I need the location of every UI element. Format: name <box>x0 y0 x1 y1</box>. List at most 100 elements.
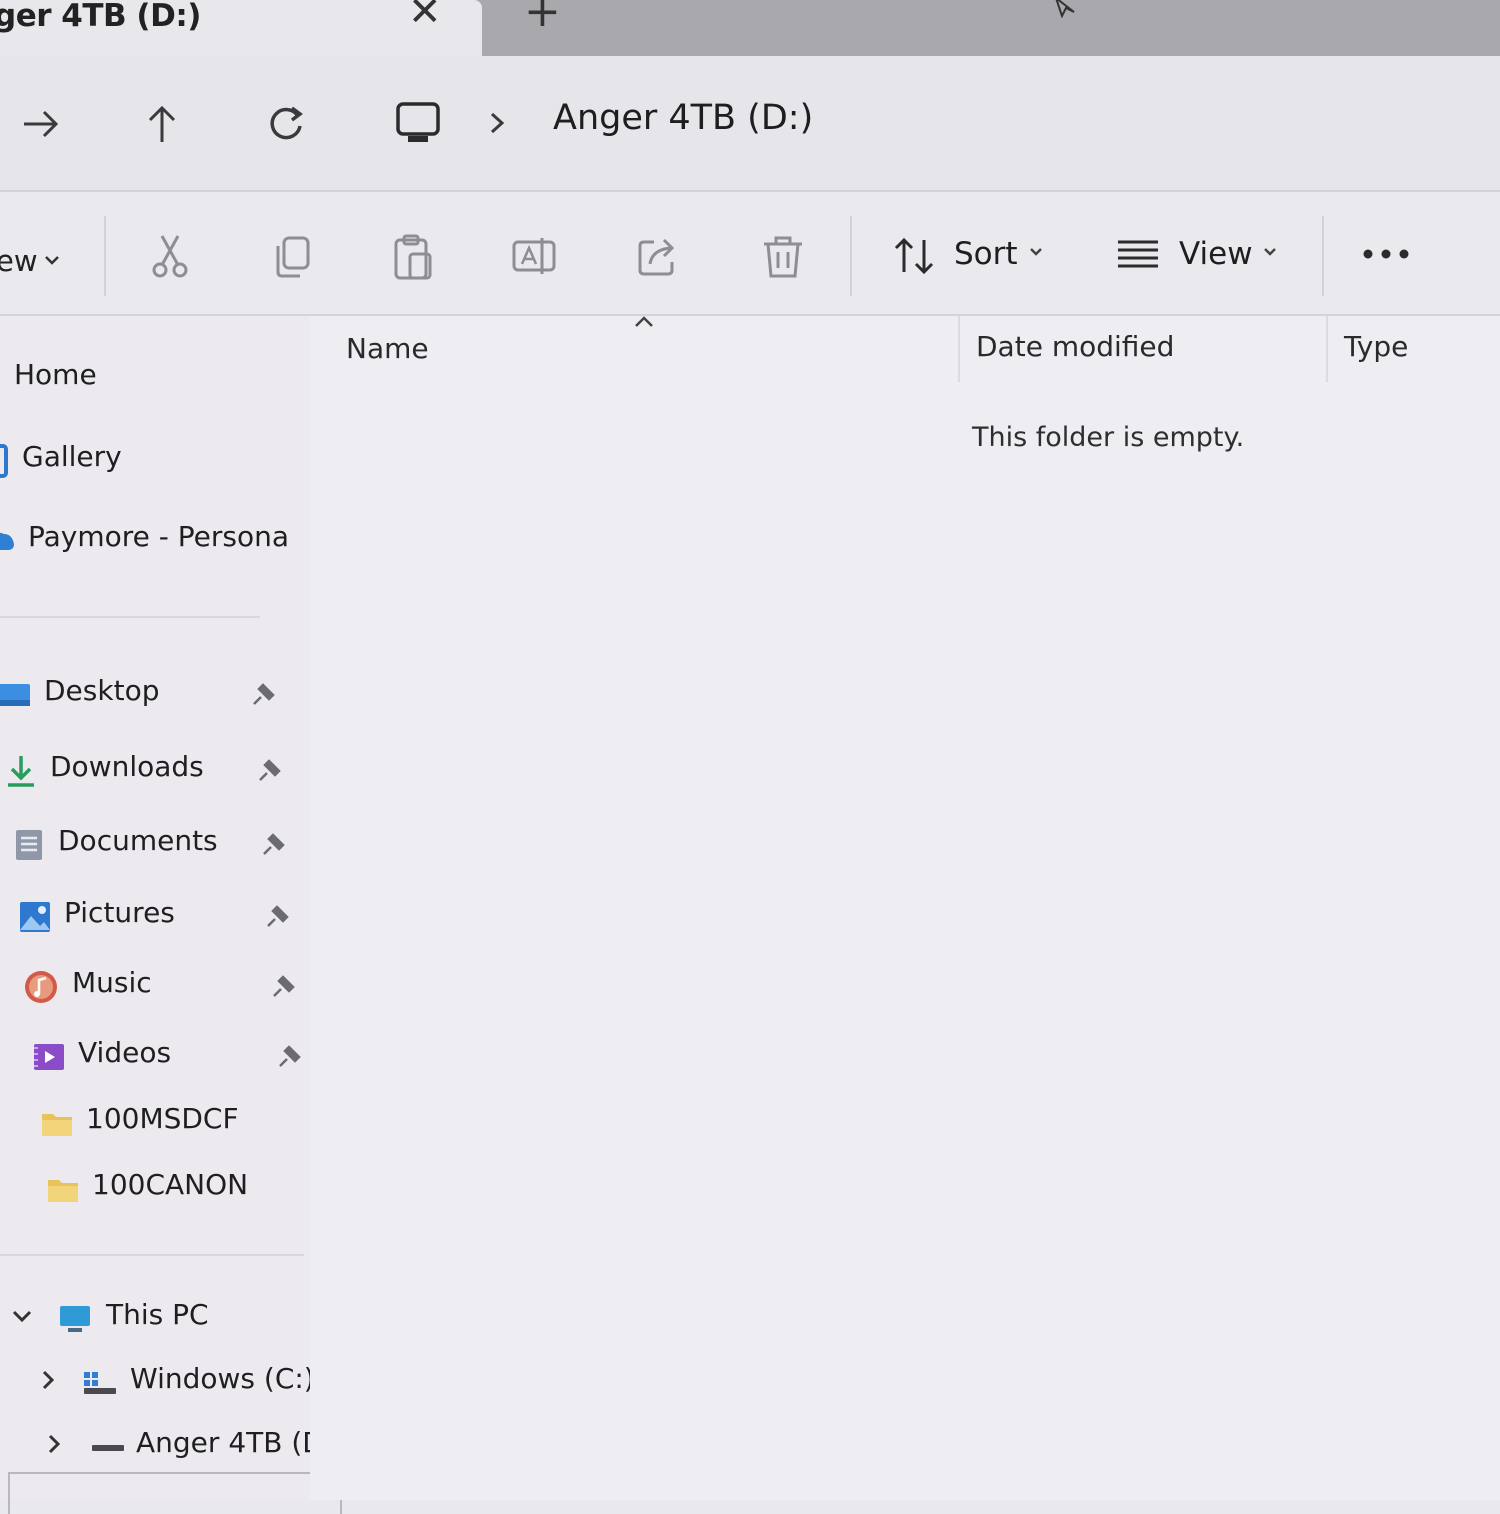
sidebar-divider <box>0 1254 304 1256</box>
chevron-down-icon[interactable] <box>44 254 60 266</box>
forward-button[interactable] <box>16 100 64 148</box>
chevron-right-icon[interactable] <box>42 1432 66 1456</box>
clipboard-icon <box>394 234 432 280</box>
sidebar-item-label: Gallery <box>22 440 122 473</box>
pictures-icon <box>20 902 50 932</box>
sidebar-item-label: Paymore - Persona <box>28 520 290 553</box>
folder-icon <box>42 1114 72 1136</box>
paste-button[interactable] <box>388 232 438 282</box>
tab-strip: ger 4TB (D:) ✕ + <box>0 0 1500 56</box>
sidebar-item-videos[interactable]: Videos <box>0 1034 310 1078</box>
copy-button[interactable] <box>268 232 318 282</box>
sort-icon[interactable] <box>890 232 938 280</box>
toolbar-divider <box>1322 216 1324 296</box>
sidebar-item-drive-c[interactable]: Windows (C:) <box>0 1360 315 1404</box>
sidebar-item-label: Music <box>72 966 152 999</box>
pin-icon[interactable] <box>256 756 284 784</box>
drive-icon <box>92 1445 124 1451</box>
column-divider[interactable] <box>1326 316 1328 382</box>
mouse-cursor-icon <box>1055 0 1075 18</box>
file-list-pane[interactable] <box>310 316 1500 1500</box>
sidebar-item-selected-partial[interactable] <box>8 1472 342 1514</box>
sidebar-item-label: 100CANON <box>92 1168 249 1201</box>
sidebar-item-downloads[interactable]: Downloads <box>0 748 300 792</box>
sort-ascending-icon <box>635 316 653 327</box>
sidebar-item-label: This PC <box>106 1298 209 1331</box>
sidebar-item-100msdcf[interactable]: 100MSDCF <box>0 1100 300 1144</box>
download-icon <box>8 756 34 787</box>
list-view-icon[interactable] <box>1114 232 1162 280</box>
refresh-button[interactable] <box>262 100 310 148</box>
sidebar-item-pictures[interactable]: Pictures <box>0 894 300 938</box>
desktop-icon <box>0 684 30 706</box>
ellipsis-icon[interactable] <box>1360 244 1412 264</box>
cloud-icon <box>0 532 14 550</box>
sidebar-item-label: 100MSDCF <box>86 1102 239 1135</box>
video-icon <box>34 1044 64 1070</box>
column-header-date-modified[interactable]: Date modified <box>976 330 1174 363</box>
delete-button[interactable] <box>758 232 808 282</box>
pin-icon[interactable] <box>276 1042 304 1070</box>
chevron-down-icon[interactable] <box>1262 246 1278 258</box>
up-button[interactable] <box>138 100 186 148</box>
refresh-icon <box>270 106 303 140</box>
new-tab-button[interactable]: + <box>524 0 561 34</box>
copy-icon <box>276 236 310 278</box>
column-header-name[interactable]: Name <box>346 332 429 365</box>
chevron-down-icon[interactable] <box>10 1304 34 1328</box>
sidebar-item-desktop[interactable]: Desktop <box>0 672 300 716</box>
chevron-down-icon[interactable] <box>1028 246 1044 258</box>
sidebar-item-label: Pictures <box>64 896 175 929</box>
gallery-icon <box>0 444 8 478</box>
sidebar-item-label: Videos <box>78 1036 172 1069</box>
rename-button[interactable] <box>510 232 560 282</box>
sidebar-item-gallery[interactable]: Gallery <box>0 438 280 482</box>
sidebar-item-documents[interactable]: Documents <box>0 822 300 866</box>
this-pc-icon <box>60 1306 90 1332</box>
music-icon <box>25 971 57 1003</box>
toolbar-divider <box>104 216 106 296</box>
column-header-type[interactable]: Type <box>1344 330 1408 363</box>
navigation-bar: Anger 4TB (D:) <box>0 56 1500 192</box>
chevron-right-icon[interactable] <box>36 1368 60 1392</box>
sidebar-item-100canon[interactable]: 100CANON <box>0 1166 300 1210</box>
sidebar-item-label: Windows (C:) <box>130 1362 315 1395</box>
arrow-up-icon <box>148 105 176 142</box>
document-icon <box>16 830 42 860</box>
scissors-icon <box>152 235 188 278</box>
pin-icon[interactable] <box>250 680 278 708</box>
breadcrumb-current[interactable]: Anger 4TB (D:) <box>553 98 813 138</box>
windows-drive-icon <box>84 1372 116 1394</box>
monitor-icon[interactable] <box>394 100 442 148</box>
sidebar-item-drive-d[interactable]: Anger 4TB (D:) <box>0 1424 344 1468</box>
pin-icon[interactable] <box>264 902 292 930</box>
tab-anger-4tb[interactable]: ger 4TB (D:) ✕ <box>0 0 482 56</box>
arrow-right-icon <box>24 110 59 138</box>
sidebar-item-this-pc[interactable]: This PC <box>0 1296 310 1340</box>
column-divider[interactable] <box>958 316 960 382</box>
toolbar-divider <box>850 216 852 296</box>
folder-icon <box>48 1180 78 1202</box>
share-button[interactable] <box>634 232 684 282</box>
pin-icon[interactable] <box>270 972 298 1000</box>
tab-title: ger 4TB (D:) <box>0 0 201 34</box>
chevron-right-icon[interactable] <box>486 106 508 140</box>
trash-icon <box>764 236 802 278</box>
sidebar-item-onedrive[interactable]: Paymore - Persona <box>0 518 300 562</box>
empty-folder-message: This folder is empty. <box>972 422 1245 453</box>
cut-button[interactable] <box>146 232 196 282</box>
pin-icon[interactable] <box>260 830 288 858</box>
view-button[interactable]: View <box>1179 236 1253 272</box>
sidebar-divider <box>0 616 260 618</box>
sidebar-item-label: Downloads <box>50 750 204 783</box>
sort-button[interactable]: Sort <box>954 236 1018 272</box>
new-button[interactable]: ew <box>0 244 38 278</box>
tab-close-icon[interactable]: ✕ <box>408 0 442 32</box>
sidebar-item-music[interactable]: Music <box>0 964 300 1008</box>
rename-icon <box>512 238 556 274</box>
share-icon <box>638 238 675 276</box>
sidebar-item-label: Home <box>14 358 97 391</box>
command-bar: ew Sort View <box>0 192 1500 316</box>
sidebar-item-label: Desktop <box>44 674 160 707</box>
sidebar-item-home[interactable]: Home <box>0 356 280 400</box>
